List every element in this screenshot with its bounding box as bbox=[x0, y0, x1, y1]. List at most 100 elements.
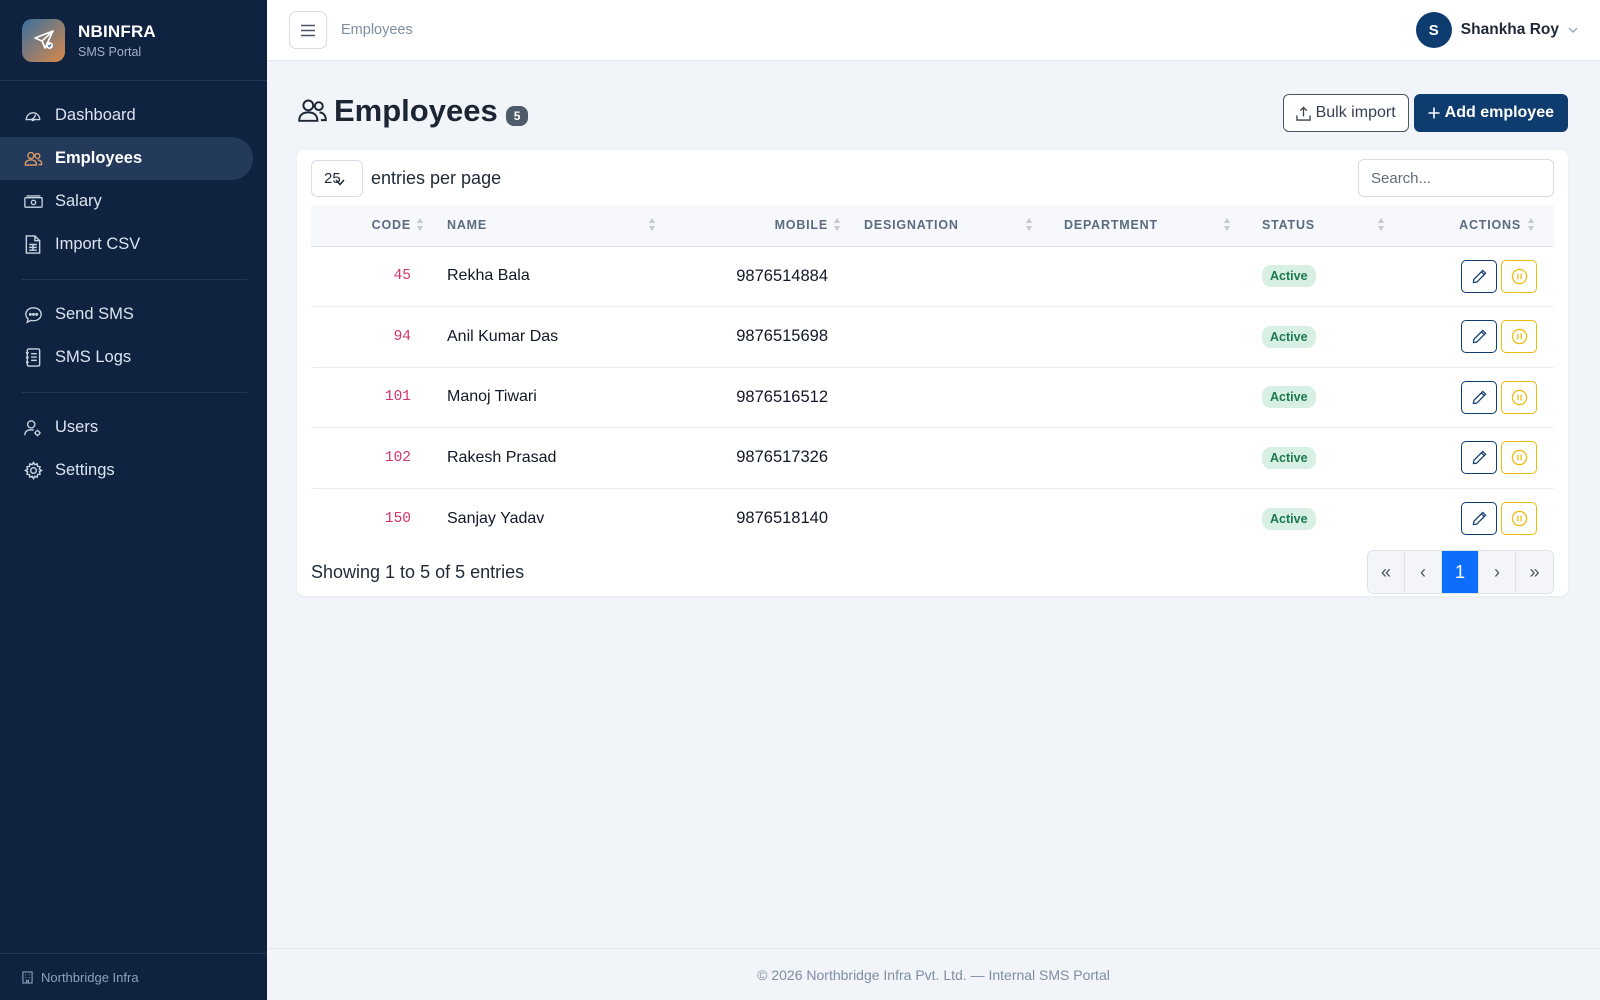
cell-status: Active bbox=[1262, 428, 1414, 489]
bulk-import-button[interactable]: Bulk import bbox=[1282, 94, 1409, 132]
chat-icon bbox=[23, 305, 43, 325]
cell-actions bbox=[1414, 428, 1554, 489]
status-badge: Active bbox=[1262, 325, 1316, 348]
pause-button[interactable] bbox=[1501, 320, 1537, 354]
cell-department bbox=[1064, 367, 1262, 428]
sidebar-item-sms-logs[interactable]: SMS Logs bbox=[0, 336, 253, 379]
pencil-icon bbox=[1472, 269, 1487, 284]
col-header-status[interactable]: Status bbox=[1262, 205, 1414, 247]
col-header-mobile[interactable]: Mobile bbox=[675, 205, 864, 247]
cell-department bbox=[1064, 488, 1262, 549]
spreadsheet-icon bbox=[23, 235, 43, 255]
col-header-code[interactable]: Code bbox=[311, 205, 447, 247]
cell-actions bbox=[1414, 246, 1554, 307]
next-page-button[interactable]: › bbox=[1479, 551, 1516, 593]
edit-button[interactable] bbox=[1461, 259, 1497, 293]
sidebar-toggle-button[interactable] bbox=[289, 11, 327, 49]
breadcrumb: Employees bbox=[341, 22, 413, 38]
edit-button[interactable] bbox=[1461, 380, 1497, 414]
cell-name: Rekha Bala bbox=[447, 267, 530, 285]
sidebar-item-send-sms[interactable]: Send SMS bbox=[0, 293, 253, 336]
cell-department bbox=[1064, 307, 1262, 368]
cell-status: Active bbox=[1262, 367, 1414, 428]
cell-name: Anil Kumar Das bbox=[447, 327, 559, 345]
count-badge: 5 bbox=[505, 106, 529, 126]
sidebar-item-users[interactable]: Users bbox=[0, 406, 253, 449]
pencil-icon bbox=[1472, 450, 1487, 465]
pause-button[interactable] bbox=[1501, 259, 1537, 293]
employees-table: Code Name Mobile Designation Department … bbox=[311, 205, 1554, 549]
per-page-select[interactable]: 25 bbox=[311, 159, 363, 197]
sidebar-nav: Dashboard Employees Salary Import CSV Se… bbox=[0, 81, 267, 492]
table-header-row: Code Name Mobile Designation Department … bbox=[311, 205, 1554, 247]
table-controls: 25 entries per page bbox=[311, 159, 1554, 197]
cell-code: 45 bbox=[393, 268, 411, 285]
sidebar-item-dashboard[interactable]: Dashboard bbox=[0, 94, 253, 137]
user-menu[interactable]: S Shankha Roy bbox=[1415, 12, 1578, 48]
sidebar-item-salary[interactable]: Salary bbox=[0, 180, 253, 223]
cell-code: 150 bbox=[384, 510, 411, 527]
pencil-icon bbox=[1472, 511, 1487, 526]
sidebar-item-employees[interactable]: Employees bbox=[0, 137, 253, 180]
sidebar-item-label: Users bbox=[55, 418, 99, 436]
cell-actions bbox=[1414, 367, 1554, 428]
sidebar-item-settings[interactable]: Settings bbox=[0, 449, 253, 492]
col-header-department[interactable]: Department bbox=[1064, 205, 1262, 247]
cell-designation bbox=[864, 428, 1064, 489]
sort-icon bbox=[649, 218, 657, 232]
sidebar-item-label: Send SMS bbox=[55, 305, 134, 323]
cell-status: Active bbox=[1262, 307, 1414, 368]
employees-card: 25 entries per page Code Name Mobile Des… bbox=[297, 150, 1568, 596]
cell-mobile: 9876515698 bbox=[736, 327, 828, 346]
journal-icon bbox=[23, 348, 43, 368]
sidebar-item-label: Dashboard bbox=[55, 106, 136, 124]
edit-button[interactable] bbox=[1461, 441, 1497, 475]
cell-name: Sanjay Yadav bbox=[447, 509, 545, 527]
first-page-button[interactable]: « bbox=[1368, 551, 1405, 593]
brand[interactable]: NBINFRA SMS Portal bbox=[0, 0, 267, 81]
add-employee-button[interactable]: Add employee bbox=[1413, 94, 1568, 132]
prev-page-button[interactable]: ‹ bbox=[1405, 551, 1442, 593]
sort-icon bbox=[1224, 218, 1232, 232]
cell-mobile: 9876514884 bbox=[736, 266, 828, 285]
add-employee-label: Add employee bbox=[1444, 104, 1554, 121]
last-page-button[interactable]: » bbox=[1516, 551, 1553, 593]
edit-button[interactable] bbox=[1461, 502, 1497, 535]
building-icon bbox=[22, 970, 33, 984]
pencil-icon bbox=[1472, 390, 1487, 405]
page-1-button[interactable]: 1 bbox=[1442, 551, 1479, 593]
gauge-icon bbox=[23, 106, 43, 126]
col-header-name[interactable]: Name bbox=[447, 205, 675, 247]
pause-button[interactable] bbox=[1501, 502, 1537, 535]
sidebar-item-import-csv[interactable]: Import CSV bbox=[0, 223, 253, 266]
pause-circle-icon bbox=[1511, 389, 1528, 406]
cell-code: 101 bbox=[384, 389, 411, 406]
pagination: « ‹ 1 › » bbox=[1367, 550, 1554, 594]
cell-mobile: 9876516512 bbox=[736, 387, 828, 406]
avatar: S bbox=[1415, 12, 1452, 48]
col-header-actions[interactable]: Actions bbox=[1414, 205, 1554, 247]
table-row: 102 Rakesh Prasad 9876517326 Active bbox=[311, 428, 1554, 489]
sort-icon bbox=[1528, 218, 1536, 232]
sidebar: NBINFRA SMS Portal Dashboard Employees S… bbox=[0, 0, 267, 1000]
cell-designation bbox=[864, 488, 1064, 549]
cell-mobile: 9876517326 bbox=[736, 448, 828, 467]
pause-circle-icon bbox=[1511, 268, 1528, 285]
nav-divider bbox=[22, 279, 247, 280]
edit-button[interactable] bbox=[1461, 320, 1497, 354]
pause-circle-icon bbox=[1511, 328, 1528, 345]
plus-icon bbox=[1428, 107, 1440, 119]
cell-mobile: 9876518140 bbox=[736, 509, 828, 527]
table-row: 94 Anil Kumar Das 9876515698 Active bbox=[311, 307, 1554, 368]
cash-icon bbox=[23, 192, 43, 212]
cell-status: Active bbox=[1262, 488, 1414, 549]
status-badge: Active bbox=[1262, 507, 1316, 530]
cell-code: 102 bbox=[384, 449, 411, 466]
pause-button[interactable] bbox=[1501, 380, 1537, 414]
pause-button[interactable] bbox=[1501, 441, 1537, 475]
col-header-designation[interactable]: Designation bbox=[864, 205, 1064, 247]
page-footer: © 2026 Northbridge Infra Pvt. Ltd. — Int… bbox=[267, 948, 1600, 1000]
search-input[interactable] bbox=[1358, 159, 1554, 197]
sort-icon bbox=[834, 218, 842, 232]
status-badge: Active bbox=[1262, 265, 1316, 288]
